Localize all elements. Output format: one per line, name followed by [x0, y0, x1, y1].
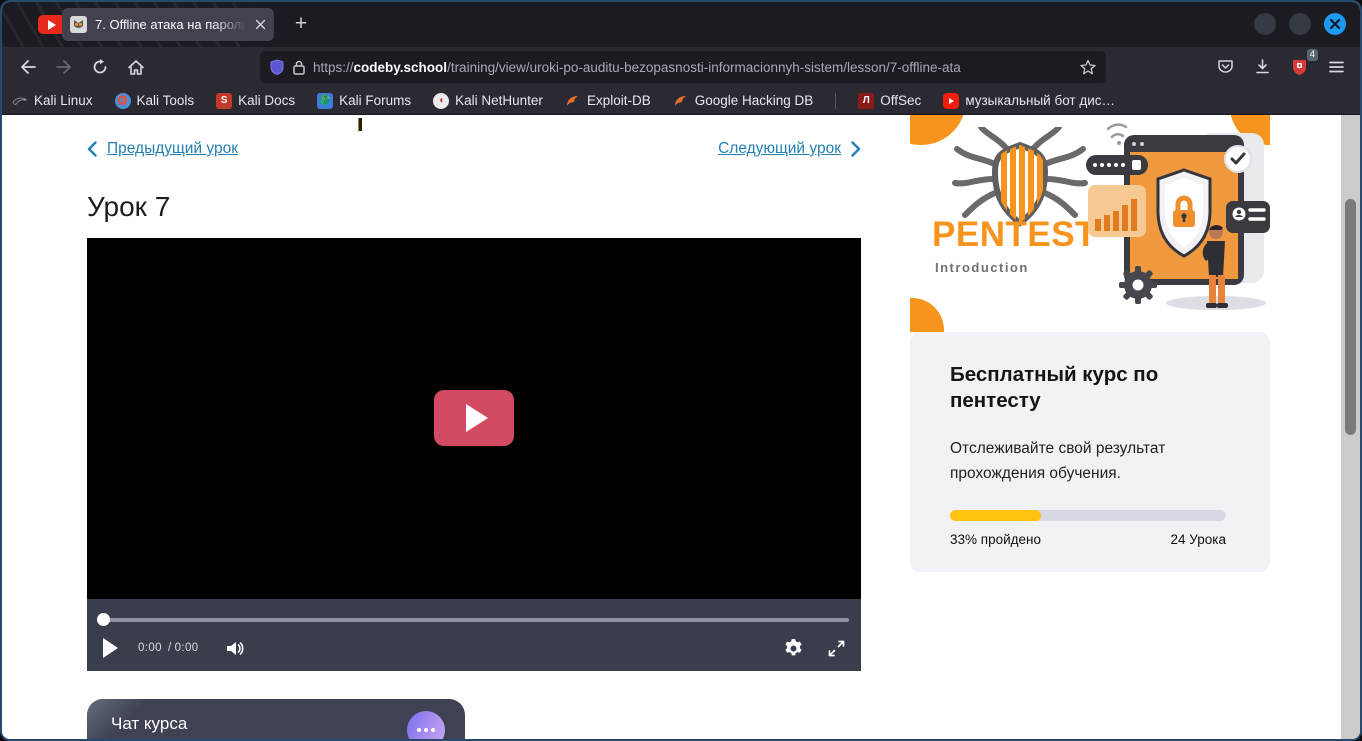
- kali-linux-icon: [12, 93, 28, 109]
- progress-fill: [950, 510, 1041, 521]
- course-chat-widget[interactable]: Чат курса: [87, 699, 465, 739]
- google-hacking-db-icon: [673, 94, 689, 108]
- bookmarks-toolbar: Kali Linux ⚙ Kali Tools S Kali Docs 🐉 Ka…: [2, 87, 1360, 115]
- progress-label: 33% пройдено: [950, 532, 1041, 547]
- lessons-count-label: 24 Урока: [1171, 532, 1226, 547]
- home-button[interactable]: [122, 53, 150, 81]
- bookmark-kali-docs[interactable]: S Kali Docs: [216, 93, 295, 109]
- maximize-button[interactable]: [1289, 13, 1311, 35]
- tab-close-icon[interactable]: [255, 19, 266, 30]
- minimize-button[interactable]: [1254, 13, 1276, 35]
- progress-bar: [950, 510, 1226, 521]
- settings-gear-icon[interactable]: [784, 639, 803, 658]
- bookmark-kali-tools[interactable]: ⚙ Kali Tools: [115, 93, 195, 109]
- sidebar: PENTEST Introduction: [910, 115, 1270, 572]
- play-button[interactable]: [103, 638, 118, 658]
- card-title: Бесплатный курс по пентесту: [950, 362, 1200, 414]
- browser-window: 7. Offline атака на пароли +: [0, 0, 1362, 741]
- fullscreen-icon[interactable]: [828, 640, 845, 657]
- volume-icon[interactable]: [225, 640, 245, 657]
- big-play-button[interactable]: [434, 390, 514, 446]
- back-button[interactable]: [14, 53, 42, 81]
- pocket-icon[interactable]: [1211, 53, 1239, 81]
- lock-icon[interactable]: [293, 60, 305, 75]
- bookmark-star-icon[interactable]: [1080, 59, 1096, 75]
- forward-button[interactable]: [50, 53, 78, 81]
- play-icon: [466, 404, 488, 432]
- banner-subtitle: Introduction: [935, 260, 1029, 275]
- chat-title: Чат курса: [111, 714, 187, 734]
- exploit-db-icon: [565, 94, 581, 108]
- progress-card: Бесплатный курс по пентесту Отслеживайте…: [910, 332, 1270, 572]
- page-content: Предыдущий урок Следующий урок Урок 7: [2, 115, 1360, 739]
- new-tab-button[interactable]: +: [286, 9, 316, 39]
- player-controls: 0:00/0:00: [87, 599, 861, 671]
- close-button[interactable]: [1324, 13, 1346, 35]
- previous-lesson-link[interactable]: Предыдущий урок: [87, 140, 238, 158]
- bookmark-kali-linux[interactable]: Kali Linux: [12, 93, 93, 109]
- kali-tools-icon: ⚙: [115, 93, 131, 109]
- chat-bubble-icon[interactable]: [407, 711, 445, 739]
- scrollbar-thumb[interactable]: [1345, 199, 1356, 435]
- tab-title: 7. Offline атака на пароли: [95, 17, 251, 32]
- tab-strip: 7. Offline атака на пароли +: [2, 2, 1360, 47]
- chevron-left-icon: [87, 141, 97, 157]
- downloads-icon[interactable]: [1248, 53, 1276, 81]
- youtube-play-icon: [48, 20, 56, 30]
- page-scrollbar[interactable]: [1341, 115, 1360, 739]
- tracking-protection-shield-icon[interactable]: [270, 59, 284, 75]
- kali-docs-icon: S: [216, 93, 232, 109]
- bookmark-exploit-db[interactable]: Exploit-DB: [565, 93, 651, 108]
- navigation-toolbar: https://codeby.school/training/view/urok…: [2, 47, 1360, 87]
- pentest-spider-logo-icon: [935, 127, 1105, 227]
- kali-forums-icon: 🐉: [317, 93, 333, 109]
- chevron-right-icon: [851, 141, 861, 157]
- seek-bar[interactable]: [99, 618, 849, 622]
- orange-circle-decoration: [910, 298, 944, 332]
- bookmark-kali-forums[interactable]: 🐉 Kali Forums: [317, 93, 411, 109]
- url-text: https://codeby.school/training/view/urok…: [313, 60, 1080, 75]
- bookmark-google-hacking-db[interactable]: Google Hacking DB: [673, 93, 814, 108]
- url-scheme: https://: [313, 60, 354, 75]
- bookmark-kali-nethunter[interactable]: ◖ Kali NetHunter: [433, 93, 543, 109]
- url-domain: codeby.school: [354, 60, 448, 75]
- pinned-tab-youtube[interactable]: [38, 15, 65, 34]
- menu-hamburger-icon[interactable]: [1322, 53, 1350, 81]
- adblock-extension-icon[interactable]: 4: [1285, 53, 1313, 81]
- lesson-navigation: Предыдущий урок Следующий урок: [87, 140, 861, 158]
- security-illustration: [1086, 115, 1270, 312]
- video-player: 0:00/0:00: [87, 238, 861, 671]
- next-lesson-link[interactable]: Следующий урок: [718, 140, 861, 158]
- clipped-heading-descender: [358, 118, 362, 131]
- offsec-icon: Л: [858, 93, 874, 109]
- codeby-favicon-icon: [70, 16, 87, 33]
- window-controls: [1254, 13, 1346, 35]
- kali-nethunter-icon: ◖: [433, 93, 449, 109]
- course-banner: PENTEST Introduction: [910, 115, 1270, 332]
- reload-button[interactable]: [86, 53, 114, 81]
- page-title: Урок 7: [87, 191, 170, 223]
- bookmark-music-bot[interactable]: музыкальный бот дис…: [943, 93, 1115, 109]
- time-display: 0:00/0:00: [138, 642, 199, 654]
- active-tab[interactable]: 7. Offline атака на пароли: [62, 8, 274, 41]
- card-description: Отслеживайте свой результат прохождения …: [950, 436, 1230, 486]
- extension-badge: 4: [1307, 49, 1318, 61]
- bookmark-offsec[interactable]: Л OffSec: [858, 93, 921, 109]
- url-path: /training/view/uroki-po-auditu-bezopasno…: [447, 60, 961, 75]
- banner-title: PENTEST: [932, 215, 1097, 255]
- video-surface[interactable]: [87, 238, 861, 599]
- url-bar[interactable]: https://codeby.school/training/view/urok…: [260, 51, 1106, 83]
- youtube-icon: [943, 93, 959, 109]
- bookmarks-separator: [835, 93, 836, 109]
